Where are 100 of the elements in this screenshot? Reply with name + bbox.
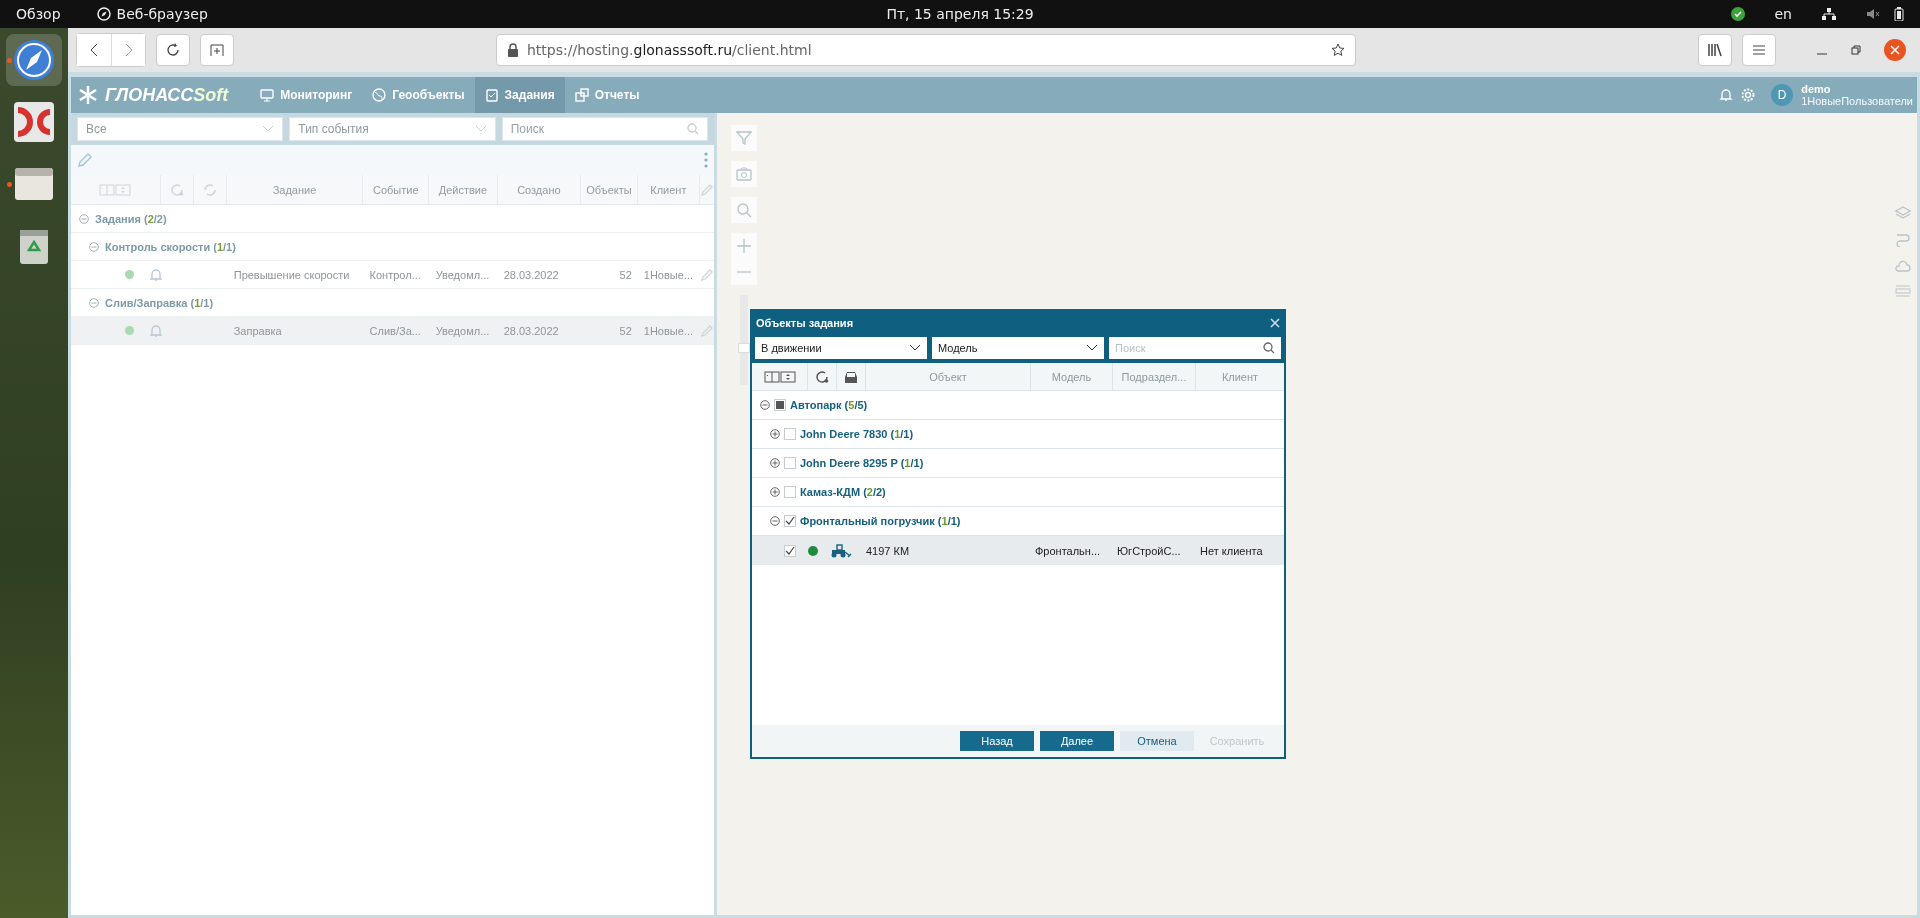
chevron-down-icon [262,125,275,133]
keyboard-language[interactable]: en [1774,6,1792,22]
user-avatar[interactable]: D [1771,84,1794,106]
forward-button[interactable] [111,34,145,66]
bell-icon [150,267,162,282]
table-cell-text: 28.03.2022 [502,268,560,281]
new-tab-button[interactable] [200,34,234,66]
column-header[interactable]: Подраздел... [1113,363,1196,390]
checkbox[interactable] [774,399,786,411]
refresh-icon[interactable] [814,368,830,385]
collapse-icon[interactable] [89,297,99,308]
checkbox[interactable] [784,515,796,527]
settings-icon[interactable] [1741,88,1756,102]
nav-tab[interactable]: Мониторинг [250,77,363,113]
group-label[interactable]: John Deere 8295 P (1/1) [800,457,924,469]
group-label[interactable]: Задания (2/2) [95,212,167,225]
pencil-icon[interactable] [700,323,714,338]
map-tool-button[interactable] [731,161,757,187]
filter-dropdown[interactable]: Все [77,117,284,141]
dialog-button[interactable]: Отмена [1120,731,1194,751]
back-icon [90,43,98,57]
expand-icon[interactable] [770,487,780,497]
group-label[interactable]: Автопарк (5/5) [790,399,868,411]
group-label[interactable]: Камаз-КДМ (2/2) [800,486,886,498]
speaker-muted-icon[interactable] [1866,7,1880,21]
model-dropdown[interactable]: Модель [932,337,1104,359]
checkbox[interactable] [784,428,796,440]
menu-button[interactable] [1742,34,1776,66]
checkbox[interactable] [784,486,796,498]
map-tool-button[interactable] [731,197,757,223]
bell-icon[interactable] [1719,88,1734,102]
column-header[interactable]: Объект [866,363,1031,390]
battery-icon[interactable] [1894,7,1904,21]
route-icon[interactable] [1895,231,1911,247]
activities-button[interactable]: Обзор [16,6,61,22]
column-header[interactable]: Создано [497,175,582,204]
group-label[interactable]: Контроль скорости (1/1) [105,240,236,253]
compass-icon [96,7,111,21]
search-icon [1263,342,1275,354]
status-dropdown[interactable]: В движении [755,337,927,359]
column-header[interactable]: Задание [226,175,364,204]
expand-icon[interactable] [770,429,780,439]
nav-tab[interactable]: Геообъекты [362,77,475,113]
network-icon[interactable] [1822,7,1836,21]
menu-icon [1752,44,1766,56]
task-row[interactable]: Заправка Слив/За... Уведомл... 28.03.2022 52 1Новые... [71,317,714,345]
clock[interactable]: Пт, 15 апреля 15:29 [886,6,1034,22]
column-header[interactable]: Событие [363,175,430,204]
column-header[interactable]: Клиент [637,175,701,204]
table-cell-text: Заправка [232,324,283,337]
column-header[interactable]: Клиент [1196,363,1284,390]
dialog-button[interactable]: Далее [1040,731,1114,751]
group-label[interactable]: Слив/Заправка (1/1) [105,296,214,309]
task-row[interactable]: Превышение скорости Контрол... Уведомл... 28.03.2022 52 1Новые... [71,261,714,289]
dialog-button[interactable]: Назад [960,731,1034,751]
column-header[interactable]: Действие [429,175,498,204]
close-button[interactable] [1884,39,1906,61]
column-header[interactable]: Объекты [581,175,638,204]
dock-item[interactable] [6,34,62,86]
group-label[interactable]: John Deere 7830 (1/1) [800,428,914,440]
layers-icon[interactable] [1895,205,1911,221]
monitor-icon [260,88,275,102]
collapse-icon[interactable] [770,516,780,526]
pencil-icon[interactable] [700,182,715,197]
app-menu[interactable]: Веб-браузер [116,6,208,22]
checkbox[interactable] [784,457,796,469]
restore-icon[interactable] [1850,44,1862,56]
search-field[interactable]: Поиск [1109,337,1281,359]
pencil-icon[interactable] [77,152,93,168]
expand-collapse-icon[interactable] [763,369,796,384]
check-icon[interactable] [1730,7,1745,21]
nav-tab[interactable]: Задания [474,77,565,113]
reload-button[interactable] [156,34,190,66]
object-row[interactable]: 4197 КМ Фронтальн... ЮгСтройС... Нет клиента [752,536,1284,565]
collapse-icon[interactable] [89,241,99,252]
event-type-dropdown[interactable]: Тип события [289,117,496,141]
sync-icon[interactable] [201,181,218,198]
library-button[interactable] [1698,34,1732,66]
expand-icon[interactable] [770,458,780,468]
address-field[interactable]: https://hosting.glonasssoft.ru/client.html [496,34,1356,66]
zoom-slider[interactable] [740,295,748,385]
ruler-icon[interactable] [1895,283,1911,299]
group-label[interactable]: Фронтальный погрузчик (1/1) [800,515,961,527]
snowflake-logo-icon [77,84,99,106]
collapse-icon[interactable] [79,213,89,224]
lock-icon [507,43,519,57]
close-icon[interactable] [1270,318,1280,328]
table-cell-text: Нет клиента [1199,544,1263,557]
more-vertical-icon[interactable] [704,152,708,168]
nav-tab[interactable]: Отчеты [564,77,650,113]
collapse-icon[interactable] [760,400,770,410]
map-tool-button[interactable] [731,125,757,151]
column-header[interactable]: Модель [1031,363,1113,390]
pencil-icon[interactable] [700,267,714,282]
table-cell-text: 4197 КМ [866,544,911,557]
browser-compass-icon [12,38,56,82]
zoom-slider-thumb[interactable] [738,343,750,353]
search-field[interactable]: Поиск [501,117,708,141]
checkbox[interactable] [784,544,796,557]
bookmark-star-icon[interactable] [1331,43,1345,57]
